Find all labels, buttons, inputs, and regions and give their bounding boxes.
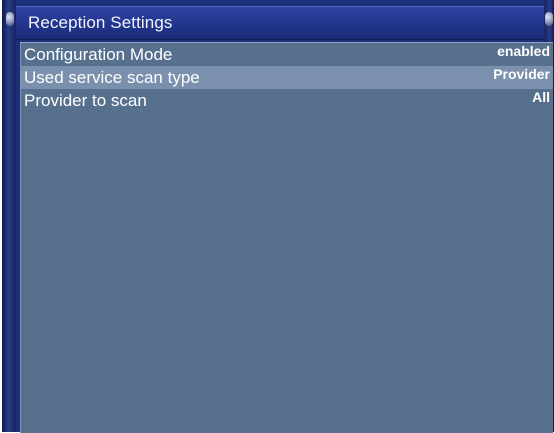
settings-list: Configuration Mode enabled Used service … [20,42,553,433]
window-title: Reception Settings [28,13,173,32]
setting-value[interactable]: enabled [497,40,550,63]
setting-row-used-service-scan-type[interactable]: Used service scan type Provider [21,66,553,89]
setting-value[interactable]: Provider [493,63,550,86]
window-frame-left [2,0,16,432]
setting-label: Provider to scan [24,91,147,110]
setting-label: Used service scan type [24,68,200,87]
setting-row-provider-to-scan[interactable]: Provider to scan All [21,89,553,112]
setting-label: Configuration Mode [24,45,173,64]
reception-settings-window: Reception Settings Configuration Mode en… [2,0,554,433]
knob-icon [545,12,553,26]
setting-row-configuration-mode[interactable]: Configuration Mode enabled [21,43,553,66]
window-titlebar: Reception Settings [16,6,544,40]
setting-value[interactable]: All [532,86,550,109]
knob-icon [6,12,14,26]
